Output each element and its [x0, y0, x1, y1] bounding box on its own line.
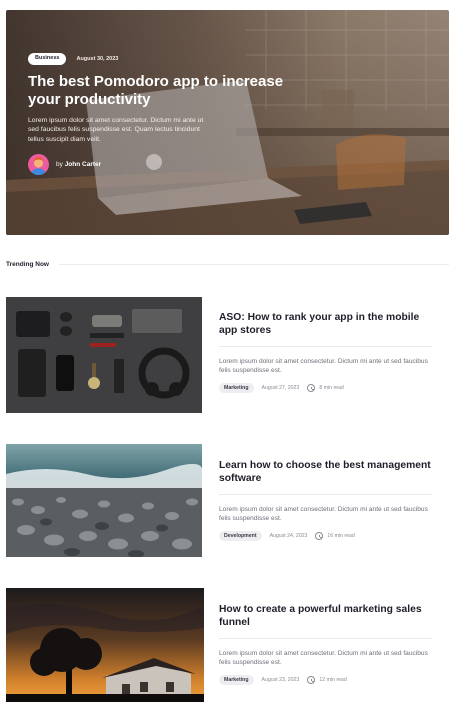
- article-title[interactable]: How to create a powerful marketing sales…: [219, 603, 432, 629]
- article-divider: [219, 638, 432, 639]
- author-name-line: by John Carter: [56, 161, 101, 168]
- post-date: August 24, 2023: [269, 533, 308, 540]
- pebble-beach-photo: [6, 444, 202, 557]
- article-title[interactable]: ASO: How to rank your app in the mobile …: [219, 311, 432, 337]
- section-title: Trending Now: [6, 261, 49, 268]
- author-name[interactable]: John Carter: [65, 161, 101, 168]
- author-byline[interactable]: by John Carter: [28, 154, 288, 175]
- read-time-text: 12 min read: [319, 677, 347, 684]
- category-badge[interactable]: Marketing: [219, 383, 254, 394]
- read-time: 8 min read: [307, 384, 344, 393]
- post-date: August 30, 2023: [76, 55, 119, 62]
- trending-section-header: Trending Now: [6, 261, 449, 268]
- clock-icon: [307, 676, 316, 685]
- article-title[interactable]: Learn how to choose the best management …: [219, 459, 432, 485]
- article-excerpt: Lorem ipsum dolor sit amet consectetur. …: [219, 358, 428, 374]
- article-meta: Development August 24, 2023 16 min read: [219, 531, 432, 542]
- category-badge[interactable]: Marketing: [219, 675, 254, 686]
- flat-lay-accessories-photo: [6, 297, 202, 413]
- article-excerpt: Lorem ipsum dolor sit amet consectetur. …: [219, 506, 428, 522]
- featured-post-title[interactable]: The best Pomodoro app to increase your p…: [28, 73, 288, 110]
- sunset-house-photo: [6, 588, 204, 702]
- article-meta: Marketing August 27, 2023 8 min read: [219, 383, 432, 394]
- read-time-text: 8 min read: [319, 385, 344, 392]
- article-thumbnail[interactable]: [6, 444, 202, 557]
- post-date: August 27, 2023: [261, 385, 300, 392]
- featured-post-excerpt: Lorem ipsum dolor sit amet consectetur. …: [28, 116, 204, 143]
- article-thumbnail[interactable]: [6, 588, 204, 702]
- article-card[interactable]: Learn how to choose the best management …: [6, 444, 449, 557]
- section-divider: [58, 264, 449, 265]
- read-time: 16 min read: [315, 532, 355, 541]
- category-badge[interactable]: Business: [28, 53, 67, 65]
- article-thumbnail[interactable]: [6, 297, 202, 413]
- read-time: 12 min read: [307, 676, 347, 685]
- article-excerpt: Lorem ipsum dolor sit amet consectetur. …: [219, 650, 428, 666]
- category-badge[interactable]: Development: [219, 531, 262, 542]
- read-time-text: 16 min read: [327, 533, 355, 540]
- article-card[interactable]: How to create a powerful marketing sales…: [6, 588, 449, 702]
- clock-icon: [307, 384, 316, 393]
- post-date: August 23, 2023: [261, 677, 300, 684]
- clock-icon: [315, 532, 324, 541]
- avatar: [28, 154, 49, 175]
- author-prefix: by: [56, 161, 63, 168]
- article-divider: [219, 346, 432, 347]
- article-meta: Marketing August 23, 2023 12 min read: [219, 675, 432, 686]
- article-divider: [219, 494, 432, 495]
- featured-post-card[interactable]: Business August 30, 2023 The best Pomodo…: [6, 10, 449, 235]
- article-card[interactable]: ASO: How to rank your app in the mobile …: [6, 297, 449, 413]
